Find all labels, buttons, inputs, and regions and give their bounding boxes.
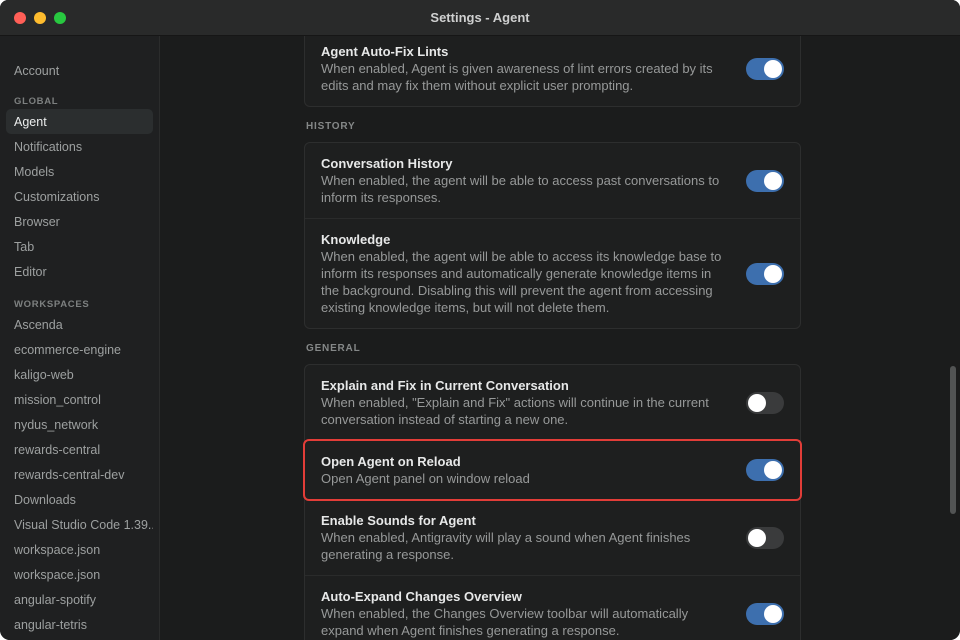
sidebar-item-workspace[interactable]: Visual Studio Code 1.39... (6, 512, 153, 537)
toggle-enable-sounds[interactable] (746, 527, 784, 549)
setting-row-conversation-history: Conversation History When enabled, the a… (305, 143, 800, 218)
setting-description: When enabled, Agent is given awareness o… (321, 60, 732, 94)
settings-card: Conversation History When enabled, the a… (304, 142, 801, 329)
settings-column: Agent Auto-Fix Lints When enabled, Agent… (304, 36, 801, 640)
sidebar-item-workspace[interactable]: Ascenda (6, 312, 153, 337)
sidebar: Account GLOBAL Agent Notifications Model… (0, 36, 160, 640)
setting-row-knowledge: Knowledge When enabled, the agent will b… (305, 218, 800, 328)
setting-description: When enabled, the agent will be able to … (321, 248, 732, 316)
setting-row-open-agent-on-reload: Open Agent on Reload Open Agent panel on… (305, 440, 800, 499)
section-label-history: HISTORY (306, 121, 799, 132)
setting-title: Agent Auto-Fix Lints (321, 43, 732, 60)
section-label-general: GENERAL (306, 343, 799, 354)
toggle-explain-and-fix[interactable] (746, 392, 784, 414)
sidebar-section-workspaces: WORKSPACES (6, 296, 153, 312)
settings-pane: Agent Auto-Fix Lints When enabled, Agent… (160, 36, 960, 640)
traffic-lights (0, 12, 66, 24)
setting-row-agent-auto-fix-lints: Agent Auto-Fix Lints When enabled, Agent… (305, 36, 800, 106)
settings-card: Agent Auto-Fix Lints When enabled, Agent… (304, 36, 801, 107)
toggle-knob (764, 60, 782, 78)
toggle-knowledge[interactable] (746, 263, 784, 285)
window-title: Settings - Agent (0, 10, 960, 25)
toggle-knob (764, 172, 782, 190)
toggle-agent-auto-fix-lints[interactable] (746, 58, 784, 80)
sidebar-item-workspace[interactable]: kaligo-web (6, 362, 153, 387)
setting-description: Open Agent panel on window reload (321, 470, 732, 487)
toggle-knob (748, 529, 766, 547)
toggle-conversation-history[interactable] (746, 170, 784, 192)
sidebar-item-workspace[interactable]: angular-spotify (6, 587, 153, 612)
sidebar-item-workspace[interactable]: rewards-central (6, 437, 153, 462)
window-body: Account GLOBAL Agent Notifications Model… (0, 36, 960, 640)
sidebar-item-workspace[interactable]: rewards-central-dev (6, 462, 153, 487)
sidebar-item-workspace[interactable]: Downloads (6, 487, 153, 512)
setting-row-enable-sounds: Enable Sounds for Agent When enabled, An… (305, 499, 800, 575)
setting-description: When enabled, Antigravity will play a so… (321, 529, 732, 563)
sidebar-item-workspace[interactable]: workspace.json (6, 537, 153, 562)
vertical-scrollbar-thumb[interactable] (950, 366, 956, 514)
toggle-knob (748, 394, 766, 412)
sidebar-item-workspace[interactable]: mission_control (6, 387, 153, 412)
setting-description: When enabled, "Explain and Fix" actions … (321, 394, 732, 428)
sidebar-item-workspace[interactable]: ecommerce-engine (6, 337, 153, 362)
sidebar-item-editor[interactable]: Editor (6, 259, 153, 284)
settings-card: Explain and Fix in Current Conversation … (304, 364, 801, 640)
settings-window: Settings - Agent Account GLOBAL Agent No… (0, 0, 960, 640)
minimize-button[interactable] (34, 12, 46, 24)
toggle-auto-expand-changes[interactable] (746, 603, 784, 625)
setting-title: Explain and Fix in Current Conversation (321, 377, 732, 394)
sidebar-item-tab[interactable]: Tab (6, 234, 153, 259)
toggle-knob (764, 461, 782, 479)
setting-row-explain-and-fix: Explain and Fix in Current Conversation … (305, 365, 800, 440)
sidebar-section-global: GLOBAL (6, 93, 153, 109)
setting-title: Enable Sounds for Agent (321, 512, 732, 529)
sidebar-item-agent[interactable]: Agent (6, 109, 153, 134)
close-button[interactable] (14, 12, 26, 24)
setting-title: Knowledge (321, 231, 732, 248)
sidebar-item-workspace[interactable]: nydus_network (6, 412, 153, 437)
sidebar-item-models[interactable]: Models (6, 159, 153, 184)
toggle-knob (764, 265, 782, 283)
sidebar-item-browser[interactable]: Browser (6, 209, 153, 234)
sidebar-item-account[interactable]: Account (6, 58, 153, 83)
setting-row-auto-expand-changes: Auto-Expand Changes Overview When enable… (305, 575, 800, 640)
toggle-knob (764, 605, 782, 623)
setting-title: Open Agent on Reload (321, 453, 732, 470)
setting-title: Auto-Expand Changes Overview (321, 588, 732, 605)
setting-description: When enabled, the Changes Overview toolb… (321, 605, 732, 639)
setting-title: Conversation History (321, 155, 732, 172)
zoom-button[interactable] (54, 12, 66, 24)
setting-description: When enabled, the agent will be able to … (321, 172, 732, 206)
sidebar-item-workspace[interactable]: angular-tetris (6, 612, 153, 637)
sidebar-item-notifications[interactable]: Notifications (6, 134, 153, 159)
sidebar-item-customizations[interactable]: Customizations (6, 184, 153, 209)
sidebar-item-workspace[interactable]: workspace.json (6, 562, 153, 587)
title-bar: Settings - Agent (0, 0, 960, 36)
toggle-open-agent-on-reload[interactable] (746, 459, 784, 481)
